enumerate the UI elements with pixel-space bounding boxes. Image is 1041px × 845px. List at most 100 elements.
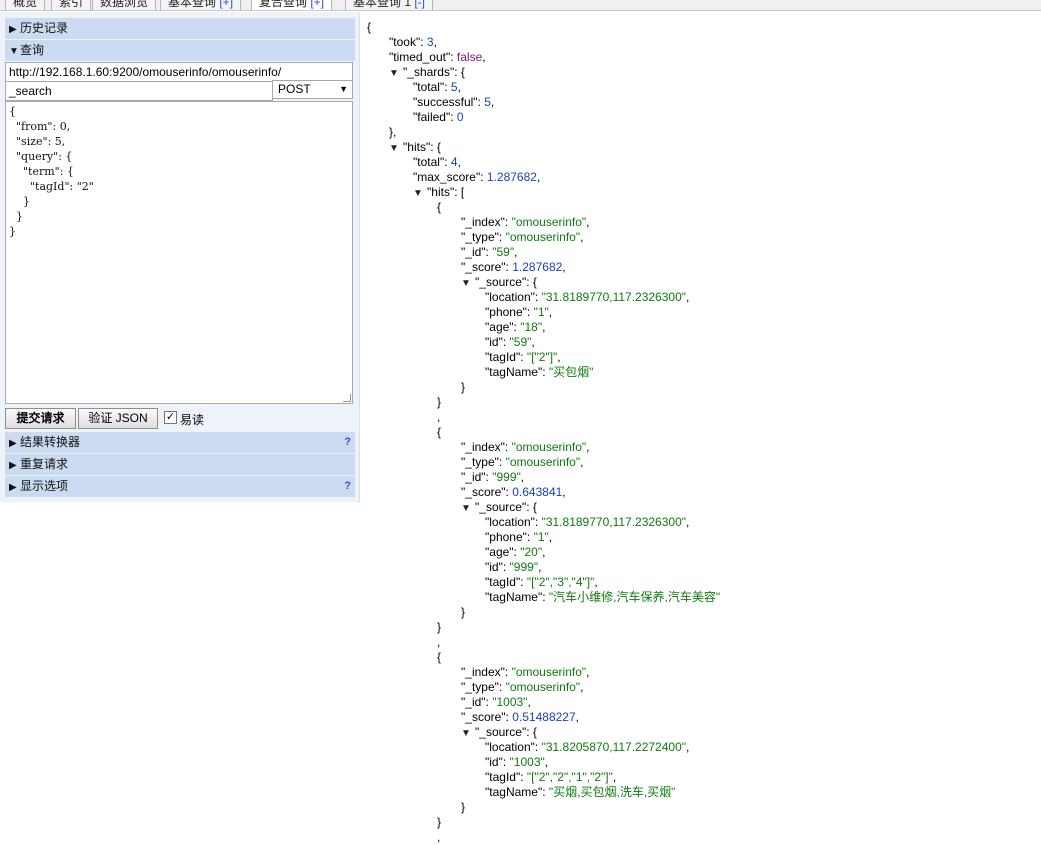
tab-modifier[interactable]: [+] — [216, 0, 233, 9]
request-body-text: { "from": 0, "size": 5, "query": { "term… — [9, 105, 94, 238]
json-line: "location": "31.8189770,117.2326300", — [485, 290, 689, 305]
json-key: id — [489, 755, 499, 769]
expand-toggle-icon[interactable]: ▼ — [461, 501, 475, 516]
expand-toggle-icon[interactable]: ▼ — [461, 726, 475, 741]
json-line: "total": 4, — [413, 155, 461, 170]
path-input[interactable]: _search — [5, 81, 273, 101]
json-line: "failed": 0 — [413, 110, 464, 125]
json-key: _shards — [407, 65, 450, 79]
tab-5[interactable]: 基本查询 1 [-] — [345, 0, 434, 10]
json-punct: { — [367, 20, 372, 34]
pretty-checkbox[interactable]: ✓ — [164, 411, 177, 424]
json-punct: ": — [530, 740, 542, 754]
tab-1[interactable]: 索引 — [51, 0, 92, 10]
json-line: , — [437, 410, 440, 425]
result-transformer-header[interactable]: ▶ 结果转换器 ? — [5, 432, 355, 453]
json-punct: ": — [537, 365, 549, 379]
json-punct: } — [461, 605, 466, 619]
json-line: "_index": "omouserinfo", — [461, 440, 589, 455]
query-section-header[interactable]: ▼查询 — [5, 40, 355, 61]
tab-4[interactable]: 复合查询 [+] — [251, 0, 333, 10]
json-key: total — [417, 155, 440, 169]
display-options-header[interactable]: ▶ 显示选项 ? — [5, 476, 355, 497]
json-punct: , — [548, 305, 553, 319]
json-punct: ": — [498, 755, 510, 769]
json-key: _score — [465, 260, 502, 274]
json-line: ▼ "_source": { — [461, 500, 537, 515]
json-value: "omouserinfo" — [505, 230, 581, 244]
validate-json-button[interactable]: 验证 JSON — [78, 408, 158, 429]
method-select[interactable]: POST ▼ — [272, 80, 353, 99]
json-punct: ": — [530, 290, 542, 304]
submit-request-button[interactable]: 提交请求 — [5, 408, 76, 429]
json-punct: ": — [537, 590, 549, 604]
json-line: } — [461, 800, 465, 815]
tab-3[interactable]: 基本查询 [+] — [160, 0, 242, 10]
repeat-request-header[interactable]: ▶ 重复请求 — [5, 454, 355, 475]
help-icon[interactable]: ? — [344, 432, 351, 453]
json-punct: ": — [498, 335, 510, 349]
json-line: "tagName": "买包烟" — [485, 365, 593, 380]
json-line: "id": "999", — [485, 560, 541, 575]
history-section-header[interactable]: ▶ 历史记录 — [5, 18, 355, 39]
json-line: } — [437, 815, 441, 830]
request-body-editor[interactable]: { "from": 0, "size": 5, "query": { "term… — [5, 101, 353, 404]
json-key: age — [489, 320, 510, 334]
json-key: hits — [407, 140, 426, 154]
tab-2[interactable]: 数据浏览 — [92, 0, 157, 10]
json-key: _source — [479, 275, 522, 289]
url-input[interactable]: http://192.168.1.60:9200/omouserinfo/omo… — [5, 62, 353, 82]
method-value: POST — [278, 82, 311, 96]
json-key: _index — [465, 440, 501, 454]
json-punct: ": — [481, 470, 493, 484]
json-punct: ": — [481, 695, 493, 709]
json-line: "_type": "omouserinfo", — [461, 455, 583, 470]
tab-0[interactable]: 概览 — [5, 0, 46, 10]
json-punct: } — [437, 395, 442, 409]
json-punct: , — [542, 545, 546, 559]
tab-modifier[interactable]: [+] — [307, 0, 324, 9]
collapsed-triangle-icon: ▶ — [9, 24, 17, 35]
json-line: "successful": 5, — [413, 95, 494, 110]
json-punct: ": — [500, 215, 512, 229]
json-punct: , — [594, 575, 598, 589]
json-key: _id — [465, 695, 482, 709]
tab-label: 复合查询 — [259, 0, 308, 9]
json-key: id — [489, 560, 499, 574]
json-key: location — [489, 740, 531, 754]
json-punct: ": — [500, 665, 512, 679]
expand-toggle-icon[interactable]: ▼ — [461, 276, 475, 291]
json-value: "31.8205870,117.2272400" — [541, 740, 687, 754]
json-value: "omouserinfo" — [511, 440, 587, 454]
json-line: "tagId": "["2"]", — [485, 350, 561, 365]
json-punct: , — [686, 290, 690, 304]
json-value: "999" — [509, 560, 539, 574]
json-value: "1" — [533, 305, 549, 319]
json-value: "1003" — [509, 755, 545, 769]
json-line: ▼ "_shards": { — [389, 65, 465, 80]
resize-handle-icon[interactable] — [343, 394, 351, 402]
json-line: , — [437, 830, 440, 845]
json-value: "1003" — [492, 695, 528, 709]
json-key: location — [489, 290, 531, 304]
expand-toggle-icon[interactable]: ▼ — [389, 141, 403, 156]
tab-modifier[interactable]: [-] — [411, 0, 425, 9]
json-line: "total": 5, — [413, 80, 461, 95]
json-key: took — [393, 35, 416, 49]
json-punct: , — [586, 440, 590, 454]
json-punct: , — [520, 470, 525, 484]
json-line: } — [461, 605, 465, 620]
json-punct: ": — [515, 575, 527, 589]
json-value: "999" — [492, 470, 521, 484]
expand-toggle-icon[interactable]: ▼ — [413, 186, 427, 201]
json-value: 5 — [450, 80, 458, 94]
json-punct: { — [437, 200, 442, 214]
help-icon[interactable]: ? — [344, 476, 351, 497]
json-value: 0.51488227 — [512, 710, 576, 724]
expand-toggle-icon[interactable]: ▼ — [389, 66, 403, 81]
json-line: "_index": "omouserinfo", — [461, 665, 589, 680]
json-key: _score — [465, 485, 502, 499]
json-punct: , — [686, 740, 690, 754]
json-key: location — [489, 515, 531, 529]
history-label: 历史记录 — [20, 21, 69, 35]
